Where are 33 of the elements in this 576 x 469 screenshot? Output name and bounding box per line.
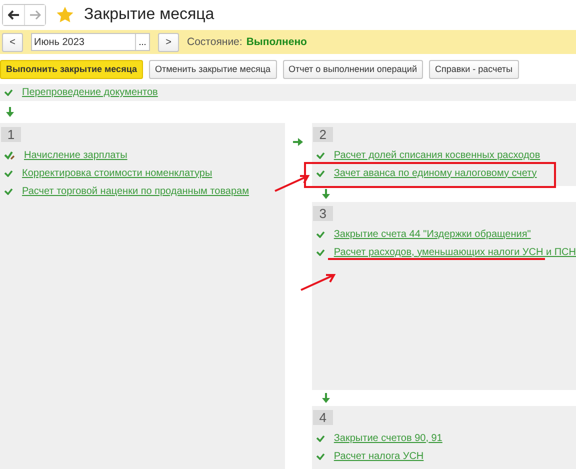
pointer-arrow bbox=[300, 273, 336, 291]
action-button[interactable]: Отменить закрытие месяца bbox=[148, 60, 277, 78]
stage-number: 2 bbox=[312, 127, 333, 142]
operation-link[interactable]: Расчет долей списания косвенных расходов bbox=[334, 150, 540, 160]
action-button[interactable]: Справки - расчеты bbox=[428, 60, 518, 78]
operation-link[interactable]: Расчет торговой наценки по проданным товарам bbox=[22, 186, 249, 196]
operation-link[interactable]: Закрытие счетов 90, 91 bbox=[334, 432, 442, 444]
period-field[interactable]: Июнь 2023 ... bbox=[31, 33, 150, 51]
state-label: Состояние: bbox=[187, 36, 242, 48]
operation-link[interactable]: Закрытие счета 44 "Издержки обращения" bbox=[334, 228, 531, 240]
window-title: Закрытие месяца bbox=[84, 6, 214, 24]
operation-link[interactable]: Расчет налога УСН bbox=[334, 450, 424, 462]
stage-number: 3 bbox=[312, 206, 333, 221]
forward-arrow-icon bbox=[29, 10, 41, 20]
arrow-down-icon bbox=[322, 189, 330, 199]
back-arrow-icon bbox=[8, 10, 20, 20]
operation-link[interactable]: Начисление зарплаты bbox=[24, 150, 128, 160]
action-button[interactable]: Выполнить закрытие месяца bbox=[0, 60, 143, 78]
arrow-down-icon bbox=[322, 393, 330, 403]
next-period-button[interactable]: > bbox=[158, 32, 179, 52]
stage-number: 4 bbox=[312, 410, 333, 425]
operation-link[interactable]: Перепроведение документов bbox=[22, 87, 158, 98]
pointer-arrow bbox=[274, 174, 310, 192]
stage-number: 1 bbox=[1, 127, 21, 142]
arrow-right-icon bbox=[292, 138, 303, 146]
arrow-down-icon bbox=[6, 107, 14, 117]
operation-link[interactable]: Корректировка стоимости номенклатуры bbox=[22, 168, 212, 178]
operation-link[interactable]: Расчет расходов, уменьшающих налоги УСН и ПСН bbox=[334, 246, 576, 258]
state-value: Выполнено bbox=[246, 36, 307, 48]
operation-link[interactable]: Зачет аванса по единому налоговому счету bbox=[334, 168, 537, 178]
star-icon[interactable] bbox=[56, 6, 74, 24]
action-button[interactable]: Отчет о выполнении операций bbox=[282, 60, 423, 78]
previous-period-button[interactable]: < bbox=[2, 32, 23, 52]
